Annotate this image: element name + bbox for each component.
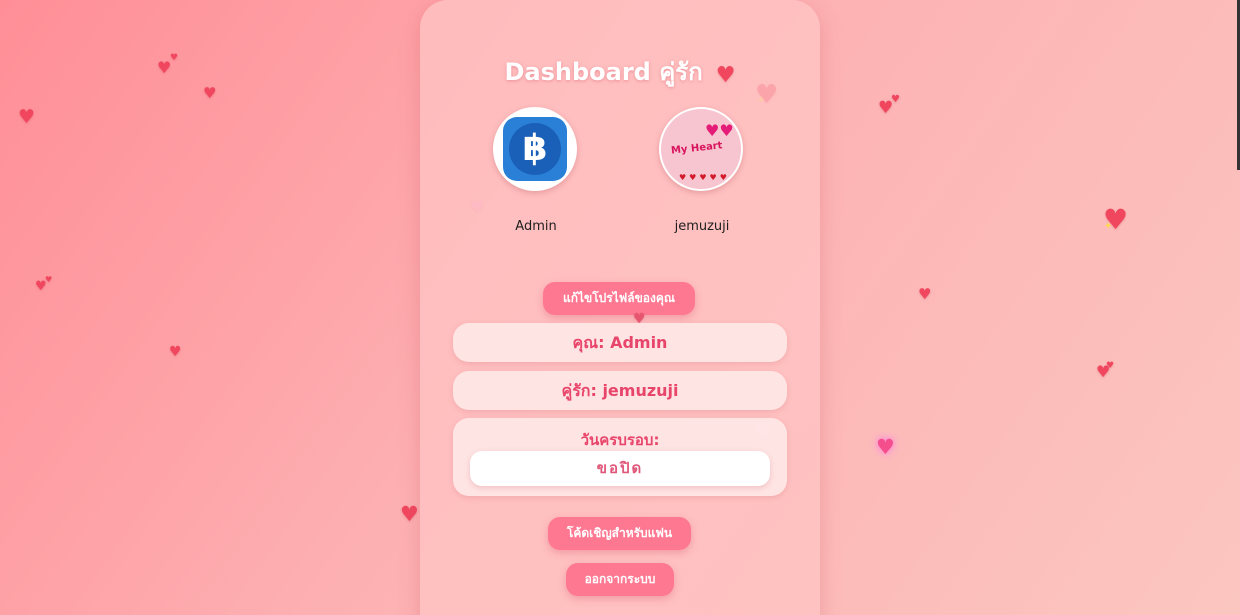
title-row: Dashboard คู่รัก ♥ <box>420 52 820 91</box>
floating-heart-icon: ♥ <box>45 275 53 284</box>
floating-heart-icon: ♥ <box>1096 362 1111 381</box>
floating-heart-icon: ♥ <box>918 285 932 303</box>
baht-icon: ฿ <box>503 117 567 181</box>
floating-heart-icon: ♥ <box>1106 361 1115 371</box>
floating-heart-icon: ♥ <box>170 53 179 63</box>
username-admin: Admin <box>515 219 557 234</box>
partner-info: คู่รัก: jemuzuji <box>453 371 787 410</box>
floating-heart-icon: ♥ <box>169 344 182 360</box>
anniversary-value: ขอปิด <box>470 451 770 486</box>
you-info: คุณ: Admin <box>453 323 787 362</box>
edit-profile-button[interactable]: แก้ไขโปรไฟล์ของคุณ <box>543 282 695 315</box>
invite-code-button[interactable]: โค้ดเชิญสำหรับแฟน <box>548 517 691 550</box>
sparkle-icon: ✦ <box>1104 221 1113 232</box>
heart-icon: ♥ <box>715 63 736 88</box>
avatar-admin: ฿ <box>493 107 577 191</box>
floating-heart-icon: ♥ <box>891 94 900 105</box>
dashboard-card: Dashboard คู่รัก ♥ ฿ ♥♥ My Heart ♥♥♥♥♥ A… <box>420 0 820 615</box>
avatar-image-text: My Heart <box>670 140 723 157</box>
floating-heart-icon: ♥ <box>35 279 47 294</box>
floating-heart-icon: ♥ <box>878 98 894 118</box>
floating-heart-icon: ♥ <box>157 58 172 77</box>
avatar-jemuzuji: ♥♥ My Heart ♥♥♥♥♥ <box>659 107 743 191</box>
floating-heart-icon: ♥ <box>203 84 217 102</box>
username-partner: jemuzuji <box>674 219 730 234</box>
floating-heart-icon: ♥ <box>400 502 419 526</box>
logout-button[interactable]: ออกจากระบบ <box>566 563 674 596</box>
page-title: Dashboard คู่รัก <box>504 58 703 86</box>
floating-heart-icon: ♥ <box>876 435 895 459</box>
floating-heart-icon: ♥ <box>18 106 36 128</box>
heart-row-icon: ♥♥♥♥♥ <box>679 173 730 182</box>
anniversary-box: วันครบรอบ: ขอปิด <box>453 418 787 496</box>
anniversary-label: วันครบรอบ: <box>580 431 660 449</box>
heart-icon: ♥♥ <box>705 121 734 140</box>
